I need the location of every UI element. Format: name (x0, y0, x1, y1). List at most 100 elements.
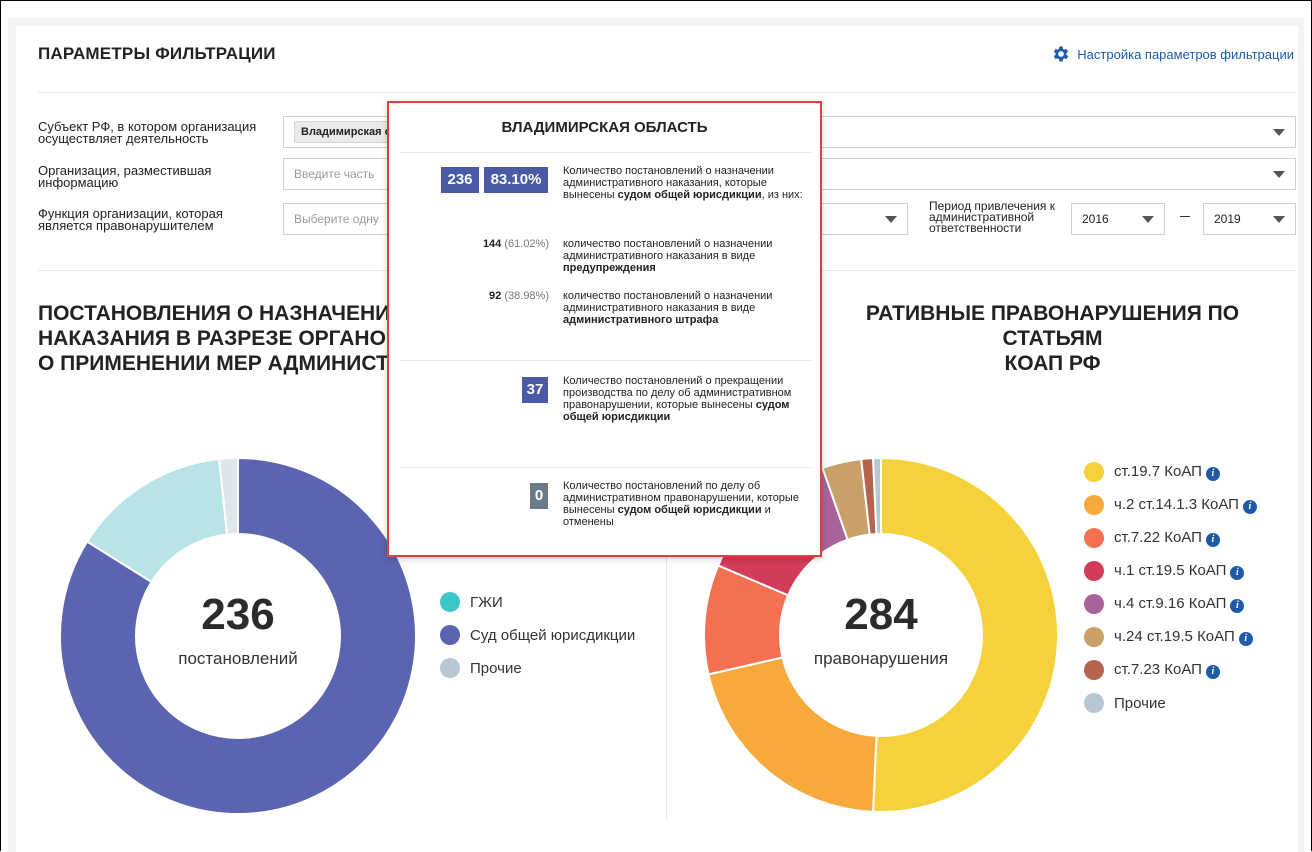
chevron-down-icon (1273, 171, 1285, 178)
legend-label: ч.2 ст.14.1.3 КоАП i (1114, 496, 1257, 514)
year-from-value: 2016 (1082, 212, 1109, 226)
legend-item[interactable]: ч.24 ст.19.5 КоАП i (1084, 627, 1253, 647)
sub2-description: количество постановлений о назначении ад… (563, 290, 795, 326)
legend-label: Суд общей юрисдикции (470, 626, 636, 644)
right-chart-title: РАТИВНЫЕ ПРАВОНАРУШЕНИЯ ПО СТАТЬЯМ КОАП … (825, 301, 1280, 376)
divider (38, 92, 1296, 93)
function-label: Функция организации, которая является пр… (38, 206, 223, 233)
year-to-select[interactable]: 2019 (1203, 203, 1296, 235)
legend-label: ч.4 ст.9.16 КоАП i (1114, 595, 1245, 613)
chevron-down-icon (1273, 216, 1285, 223)
legend-item[interactable]: ст.7.22 КоАП i (1084, 528, 1220, 548)
sub2-bold: административного штрафа (563, 314, 719, 326)
right-title-line: КОАП РФ (1004, 352, 1101, 375)
legend-item[interactable]: Прочие (1084, 693, 1166, 713)
info-icon[interactable]: i (1205, 467, 1220, 481)
left-title-line: НАКАЗАНИЯ В РАЗРЕЗЕ ОРГАНОВ (38, 327, 402, 350)
legend-label: Прочие (470, 659, 522, 677)
sub2-count: 92 (38.98%) (429, 290, 549, 302)
subject-label: Субъект РФ, в котором организация осущес… (38, 119, 257, 146)
legend-item[interactable]: ч.2 ст.14.1.3 КоАП i (1084, 495, 1257, 515)
filter-settings-link[interactable]: Настройка параметров фильтрации (1051, 44, 1294, 64)
legend-label: Прочие (1114, 694, 1166, 712)
legend-swatch (1084, 660, 1104, 680)
sub1-pct: (61.02%) (504, 238, 549, 250)
termination-description: Количество постановлений о прекращении п… (563, 375, 799, 423)
right-total-number: 284 (844, 590, 918, 639)
sub1-count: 144 (61.02%) (429, 238, 549, 250)
chevron-down-icon (1142, 216, 1154, 223)
sub1-bold: предупреждения (563, 262, 656, 274)
year-to-value: 2019 (1214, 212, 1241, 226)
main-pct-badge: 83.10% (484, 167, 548, 193)
legend-item[interactable]: ч.1 ст.19.5 КоАП i (1084, 561, 1245, 581)
sub1-description: количество постановлений о назначении ад… (563, 238, 795, 274)
chevron-down-icon (885, 216, 897, 223)
legend-swatch (440, 658, 460, 678)
tooltip-title: ВЛАДИМИРСКАЯ ОБЛАСТЬ (501, 119, 708, 136)
period-label: Период привлечения к административной от… (929, 199, 1056, 235)
period-dash (1180, 216, 1190, 217)
org-placeholder: Введите часть (294, 167, 375, 181)
cancel-bold: судом общей юрисдикции (617, 504, 762, 516)
left-title-line: ПОСТАНОВЛЕНИЯ О НАЗНАЧЕНИИ (38, 302, 406, 325)
region-tooltip: ВЛАДИМИРСКАЯ ОБЛАСТЬ 236 83.10% Количест… (387, 101, 822, 557)
legend-swatch (1084, 594, 1104, 614)
chevron-down-icon (1273, 129, 1285, 136)
main-bold: судом общей юрисдикции (617, 189, 762, 201)
info-icon[interactable]: i (1238, 632, 1253, 646)
sub2-number: 92 (489, 290, 502, 302)
legend-item[interactable]: Суд общей юрисдикции (440, 625, 635, 645)
selected-region-chip[interactable]: Владимирская о (294, 121, 399, 143)
left-total-label: постановлений (178, 649, 298, 668)
gear-icon (1054, 46, 1069, 62)
year-from-select[interactable]: 2016 (1071, 203, 1165, 235)
legend-item[interactable]: ч.4 ст.9.16 КоАП i (1084, 594, 1245, 614)
info-icon[interactable]: i (1205, 533, 1220, 547)
sub1-number: 144 (482, 238, 502, 250)
legend-label: ч.24 ст.19.5 КоАП i (1114, 628, 1253, 646)
sub1-text: количество постановлений о назначении ад… (563, 238, 773, 262)
legend-swatch (440, 625, 460, 645)
sub2-pct: (38.98%) (504, 290, 549, 302)
legend-swatch (1084, 495, 1104, 515)
donut-slice[interactable] (707, 656, 878, 812)
left-total-number: 236 (201, 590, 275, 639)
tooltip-divider (399, 467, 811, 468)
right-title-line: РАТИВНЫЕ ПРАВОНАРУШЕНИЯ ПО СТАТЬЯМ (865, 302, 1240, 350)
cancel-count-badge: 0 (530, 483, 548, 509)
tooltip-divider (399, 152, 811, 153)
info-icon[interactable]: i (1242, 500, 1257, 514)
sub2-text: количество постановлений о назначении ад… (563, 290, 773, 314)
left-title-line: О ПРИМЕНЕНИИ МЕР АДМИНИСТР (38, 352, 403, 375)
info-icon[interactable]: i (1205, 665, 1220, 679)
main-description: Количество постановлений о назначении ад… (563, 165, 803, 201)
legend-swatch (1084, 462, 1104, 482)
legend-label: ст.7.22 КоАП i (1114, 529, 1220, 547)
legend-swatch (1084, 528, 1104, 548)
left-chart-title: ПОСТАНОВЛЕНИЯ О НАЗНАЧЕНИИ НАКАЗАНИЯ В Р… (38, 301, 405, 376)
org-label: Организация, разместившая информацию (38, 163, 212, 190)
legend-label: ст.7.23 КоАП i (1114, 661, 1220, 679)
function-placeholder: Выберите одну (294, 212, 379, 226)
info-icon[interactable]: i (1230, 566, 1245, 580)
legend-label: ч.1 ст.19.5 КоАП i (1114, 562, 1245, 580)
legend-swatch (1084, 693, 1104, 713)
legend-swatch (1084, 561, 1104, 581)
legend-item[interactable]: Прочие (440, 658, 522, 678)
info-icon[interactable]: i (1230, 599, 1245, 613)
legend-label: ст.19.7 КоАП i (1114, 463, 1220, 481)
legend-item[interactable]: ГЖИ (440, 592, 503, 612)
right-total-label: правонарушения (813, 649, 949, 668)
legend-item[interactable]: ст.19.7 КоАП i (1084, 462, 1220, 482)
filter-settings-label: Настройка параметров фильтрации (1077, 46, 1294, 62)
legend-swatch (440, 592, 460, 612)
legend-item[interactable]: ст.7.23 КоАП i (1084, 660, 1220, 680)
main-count-badge: 236 (441, 167, 479, 193)
filters-title: ПАРАМЕТРЫ ФИЛЬТРАЦИИ (38, 44, 276, 63)
legend-label: ГЖИ (470, 593, 503, 611)
termination-count-badge: 37 (522, 377, 548, 403)
main-tail: , из них: (761, 189, 803, 201)
legend-swatch (1084, 627, 1104, 647)
cancel-description: Количество постановлений по делу об адми… (563, 480, 799, 528)
